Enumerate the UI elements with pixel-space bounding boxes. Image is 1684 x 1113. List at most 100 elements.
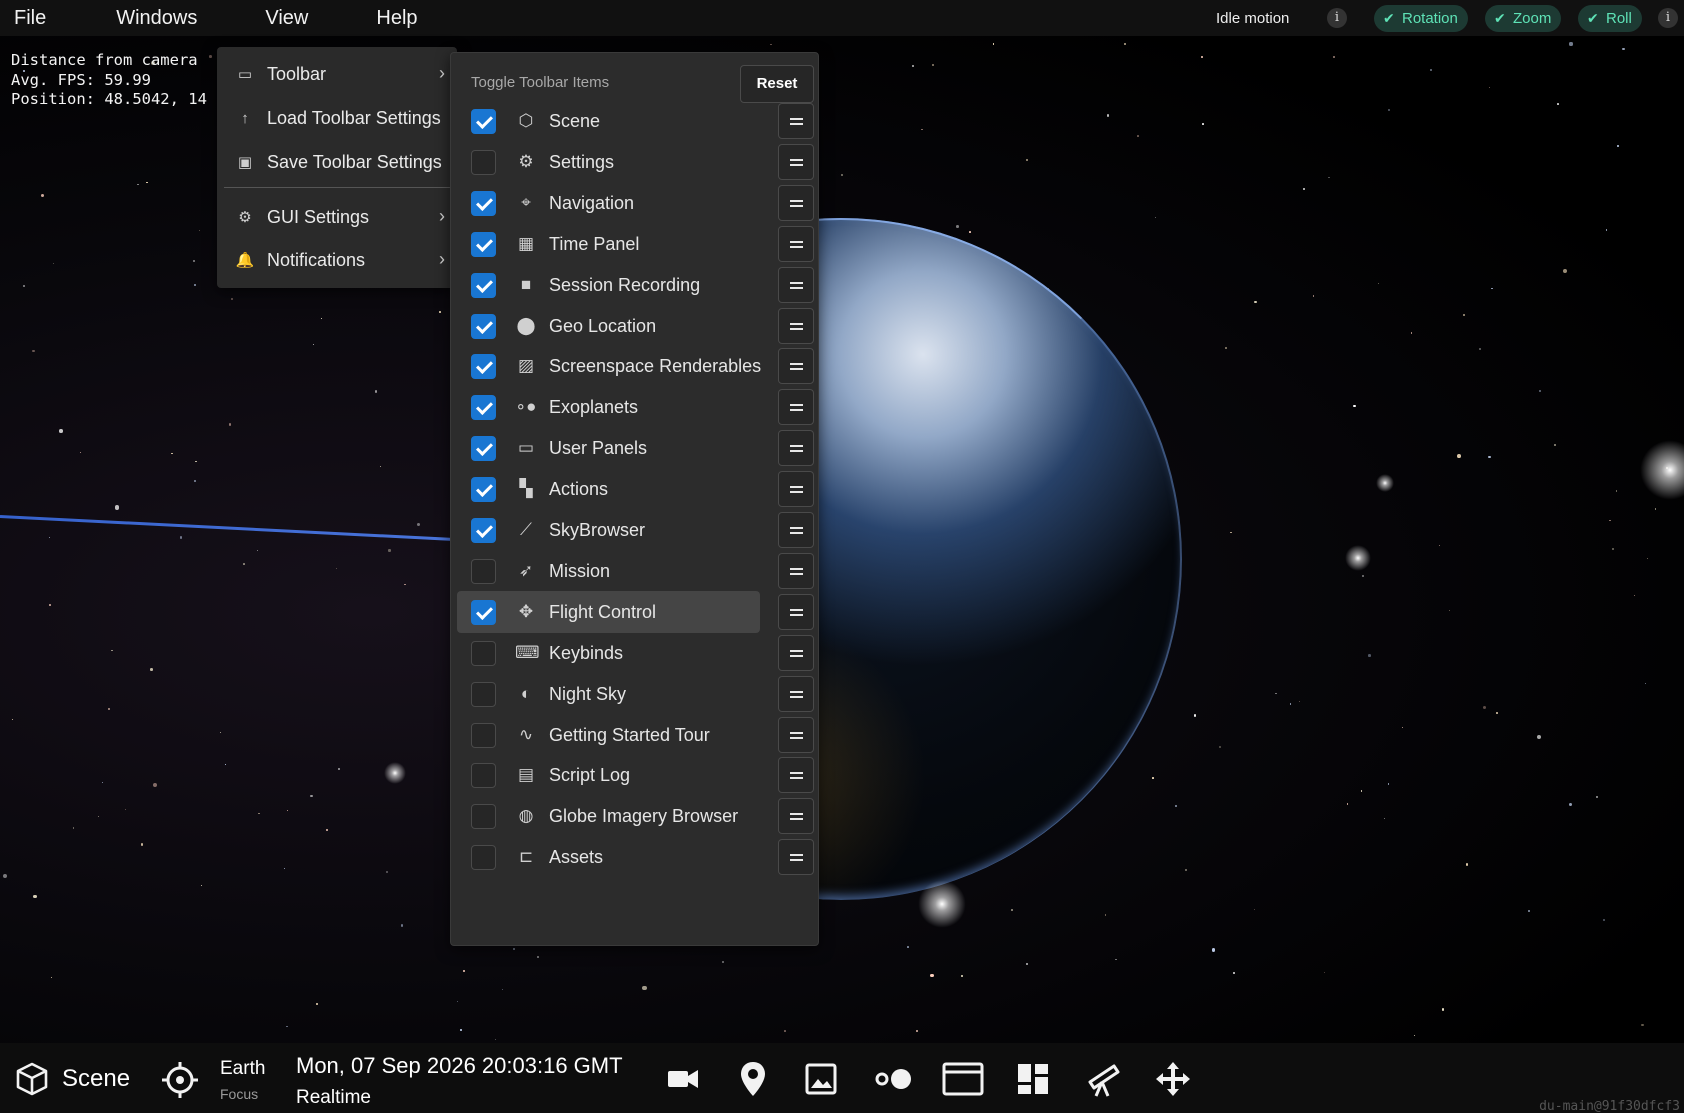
star (1465, 863, 1469, 866)
rotation-toggle[interactable]: ✔ Rotation (1374, 5, 1468, 32)
drag-handle-icon[interactable] (778, 716, 814, 753)
toolbar-item-row[interactable]: ⟋ SkyBrowser (457, 509, 760, 551)
toolbar-item-checkbox[interactable] (471, 109, 496, 134)
toolbar-item-checkbox[interactable] (471, 272, 496, 298)
cube-icon[interactable] (14, 1061, 50, 1097)
drag-handle-icon[interactable] (778, 552, 814, 589)
toolbar-item-checkbox[interactable] (471, 436, 496, 462)
roll-toggle[interactable]: ✔ Roll (1578, 5, 1642, 32)
info-icon[interactable]: i (1658, 8, 1678, 28)
info-icon[interactable]: i (1327, 8, 1347, 28)
drag-handle-icon[interactable] (778, 471, 814, 508)
drag-handle-icon[interactable] (778, 143, 814, 180)
toolbar-item-checkbox[interactable] (471, 599, 496, 625)
toolbar-item-row[interactable]: ■ Session Recording (457, 264, 760, 306)
drag-handle-icon[interactable] (778, 839, 814, 876)
menu-file[interactable]: File (0, 0, 60, 36)
drag-handle-icon[interactable] (778, 184, 814, 221)
browser-window-icon[interactable] (942, 1061, 984, 1097)
scene-button-label[interactable]: Scene (62, 1065, 130, 1093)
toolbar-item-checkbox[interactable] (471, 518, 496, 543)
drag-handle-icon[interactable] (778, 593, 814, 630)
toolbar-item-checkbox[interactable] (471, 149, 496, 175)
zoom-toggle[interactable]: ✔ Zoom (1485, 5, 1562, 32)
toolbar-item-row[interactable]: ∘● Exoplanets (457, 386, 760, 428)
drag-handle-icon[interactable] (778, 348, 814, 385)
gear-icon: ⚙ (238, 209, 252, 226)
toolbar-item-row[interactable]: ▨ Screenspace Renderables (457, 345, 761, 387)
drag-handle-icon[interactable] (778, 512, 814, 548)
star (1641, 1023, 1644, 1026)
toolbar-item-checkbox[interactable] (471, 640, 496, 666)
toolbar-item-checkbox[interactable] (471, 681, 496, 707)
toolbar-item-row[interactable]: ▤ Script Log (457, 754, 760, 796)
star (456, 1000, 459, 1002)
toolbar-item-checkbox[interactable] (471, 190, 496, 216)
rocket-icon: ➶ (518, 560, 534, 580)
toolbar-item-row[interactable]: ➶ Mission (457, 550, 760, 592)
toolbar-item-row[interactable]: ⌖ Navigation (457, 182, 760, 224)
menu-item-toolbar[interactable]: ▭ Toolbar › (217, 54, 457, 94)
video-camera-icon[interactable] (666, 1062, 700, 1096)
drag-handle-icon[interactable] (778, 389, 814, 426)
toolbar-item-row[interactable]: ⬤ Geo Location (457, 305, 760, 347)
menu-help[interactable]: Help (362, 0, 431, 36)
toolbar-item-row[interactable]: ⚙ Settings (457, 141, 760, 183)
drag-handle-icon[interactable] (778, 798, 814, 835)
time-display[interactable]: Mon, 07 Sep 2026 20:03:16 GMT (296, 1053, 623, 1079)
drag-handle-icon[interactable] (778, 430, 814, 467)
toolbar-item-checkbox[interactable] (471, 804, 496, 830)
focus-name[interactable]: Earth (220, 1058, 265, 1080)
toolbar-item-checkbox[interactable] (471, 313, 496, 339)
star (1616, 144, 1619, 147)
menu-item-label: Toolbar (267, 63, 327, 84)
reset-button[interactable]: Reset (740, 65, 814, 103)
star (1211, 948, 1215, 952)
drag-handle-icon[interactable] (778, 675, 814, 712)
toolbar-item-row[interactable]: ∿ Getting Started Tour (457, 714, 760, 756)
star (1647, 558, 1649, 560)
drag-handle-icon[interactable] (778, 634, 814, 671)
drag-handle-icon[interactable] (778, 225, 814, 262)
toolbar-item-row[interactable]: ▭ User Panels (457, 427, 760, 469)
star (97, 816, 99, 818)
map-pin-icon[interactable] (737, 1060, 769, 1098)
toolbar-item-row[interactable]: ✥ Flight Control (457, 590, 760, 633)
toolbar-item-row[interactable]: ⌨ Keybinds (457, 632, 760, 674)
image-icon[interactable] (804, 1062, 838, 1096)
dashboard-icon[interactable] (1016, 1062, 1050, 1096)
telescope-icon[interactable] (1084, 1060, 1124, 1098)
toolbar-item-label: User Panels (549, 438, 648, 459)
exoplanet-icon[interactable] (873, 1065, 913, 1093)
toolbar-item-label: Scene (549, 111, 601, 131)
drag-handle-icon[interactable] (778, 757, 814, 794)
star (72, 827, 75, 830)
menu-item-save-toolbar-settings[interactable]: ▣ Save Toolbar Settings (217, 142, 457, 182)
toolbar-item-row[interactable]: ▚ Actions (457, 468, 760, 510)
drag-handle-icon[interactable] (778, 103, 814, 139)
move-arrows-icon[interactable] (1154, 1060, 1192, 1098)
crosshair-icon[interactable] (160, 1060, 200, 1100)
menu-item-gui-settings[interactable]: ⚙ GUI Settings › (217, 197, 457, 237)
toolbar-item-checkbox[interactable] (471, 354, 496, 380)
menu-windows[interactable]: Windows (102, 0, 211, 36)
toolbar-item-row[interactable]: ◍ Globe Imagery Browser (457, 795, 760, 837)
drag-handle-icon[interactable] (778, 307, 814, 344)
toolbar-item-checkbox[interactable] (471, 763, 496, 789)
toolbar-item-checkbox[interactable] (471, 395, 496, 421)
toolbar-item-label: Flight Control (549, 601, 657, 622)
toolbar-item-row[interactable]: ◐ Night Sky (457, 673, 760, 715)
menu-view[interactable]: View (251, 0, 322, 36)
toolbar-item-checkbox[interactable] (471, 845, 496, 871)
toolbar-item-checkbox[interactable] (471, 558, 496, 584)
toolbar-item-checkbox[interactable] (471, 477, 496, 503)
drag-handle-icon[interactable] (778, 266, 814, 303)
menu-item-load-toolbar-settings[interactable]: ↑ Load Toolbar Settings (217, 98, 457, 138)
star (194, 480, 196, 482)
toolbar-item-row[interactable]: ⬡ Scene (457, 100, 760, 142)
toolbar-item-row[interactable]: ▦ Time Panel (457, 223, 760, 265)
toolbar-item-checkbox[interactable] (471, 231, 496, 257)
toolbar-item-checkbox[interactable] (471, 722, 496, 748)
toolbar-item-row[interactable]: ⊏ Assets (457, 836, 760, 878)
menu-item-notifications[interactable]: 🔔 Notifications › (217, 240, 457, 280)
